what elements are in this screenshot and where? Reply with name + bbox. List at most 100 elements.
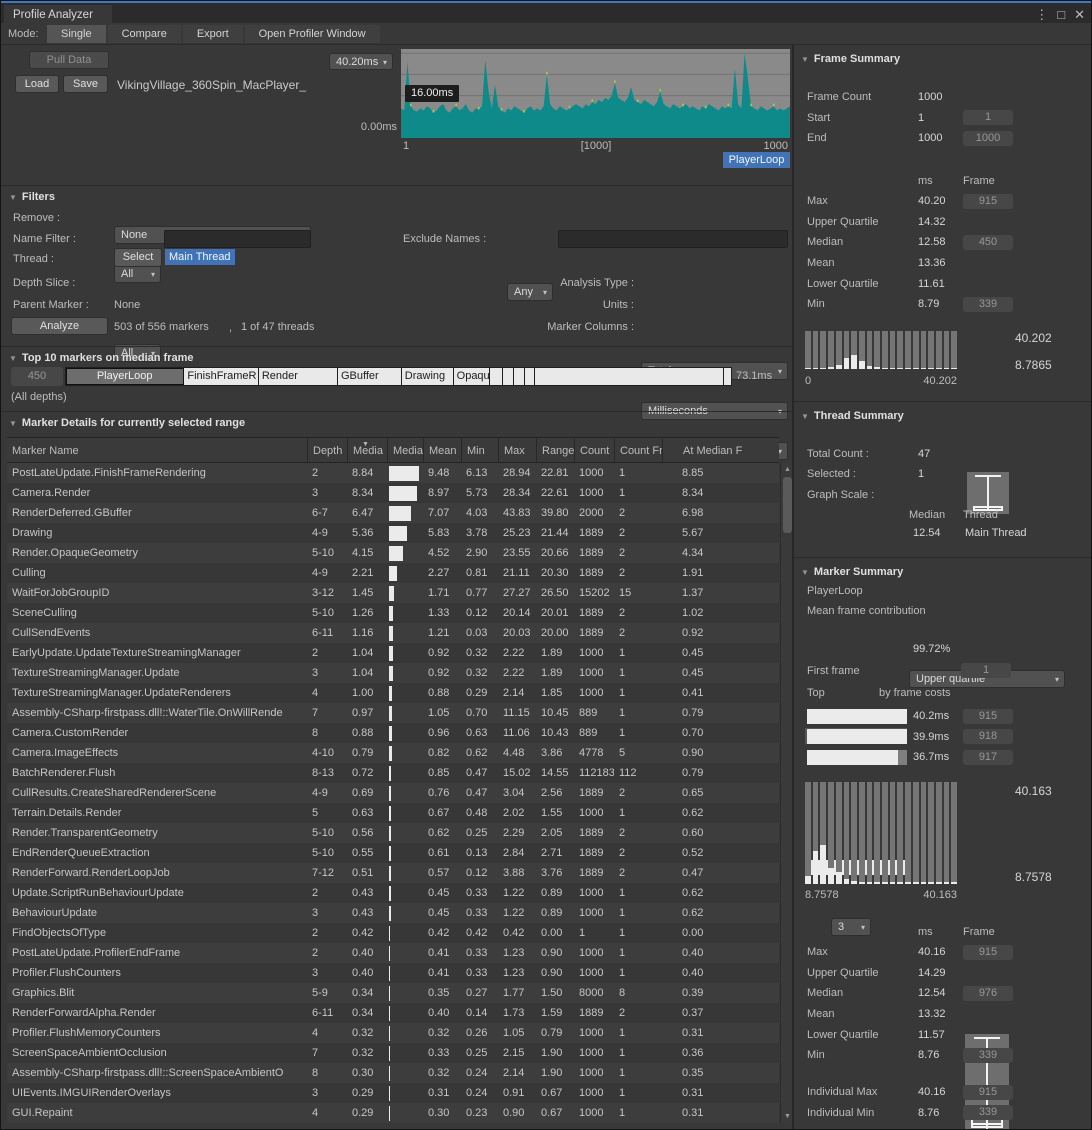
table-row[interactable]: CullResults.CreateSharedRendererScene4-9… [7,783,779,803]
table-row[interactable]: SceneCulling5-101.261.330.1220.1420.0118… [7,603,779,623]
top10-header[interactable]: ▼Top 10 markers on median frame [9,352,194,364]
table-row[interactable]: Camera.CustomRender80.880.960.6311.0610.… [7,723,779,743]
frame-time-chart[interactable]: 16.00ms [401,49,790,138]
mode-tab-single[interactable]: Single [47,25,106,43]
mode-tab-export[interactable]: Export [183,25,243,43]
filters-header[interactable]: ▼Filters [9,191,55,203]
frame-button[interactable]: 976 [963,986,1013,1001]
frame-button[interactable]: 450 [963,235,1013,250]
frame-button[interactable]: 915 [963,709,1013,724]
table-row[interactable]: Drawing4-95.365.833.7825.2321.44188925.6… [7,523,779,543]
panel-divider[interactable] [792,45,794,1130]
table-row[interactable]: Assembly-CSharp-firstpass.dll!::ScreenSp… [7,1063,779,1083]
table-row[interactable]: Camera.ImageEffects4-100.790.820.624.483… [7,743,779,763]
table-row[interactable]: Render.OpaqueGeometry5-104.154.522.9023.… [7,543,779,563]
table-row[interactable]: TextureStreamingManager.Update31.040.920… [7,663,779,683]
marker-summary-header[interactable]: ▼Marker Summary [801,566,903,578]
top10-segment[interactable] [535,368,725,385]
close-icon[interactable]: ✕ [1074,7,1085,23]
table-row[interactable]: EarlyUpdate.UpdateTextureStreamingManage… [7,643,779,663]
save-button[interactable]: Save [63,75,108,93]
frame-button[interactable]: 1000 [963,131,1013,146]
frame-button[interactable]: 339 [963,1105,1013,1120]
scrollbar-thumb[interactable] [783,477,792,533]
frame-button[interactable]: 915 [963,194,1013,209]
table-row[interactable]: Graphics.Blit5-90.340.350.271.771.508000… [7,983,779,1003]
column-header-mean[interactable]: Mean [423,438,461,462]
table-row[interactable]: RenderDeferred.GBuffer6-76.477.074.0343.… [7,503,779,523]
table-row[interactable]: GUI.Repaint40.290.300.230.900.67100010.3… [7,1103,779,1123]
top10-segment-render[interactable]: Render [259,368,338,385]
table-row[interactable]: UIEvents.IMGUIRenderOverlays30.290.310.2… [7,1083,779,1103]
table-row[interactable]: CullSendEvents6-111.161.210.0320.0320.00… [7,623,779,643]
table-row[interactable]: RenderForwardAlpha.Render6-110.340.400.1… [7,1003,779,1023]
table-row[interactable]: FindObjectsOfType20.420.420.420.420.0011… [7,923,779,943]
maximize-icon[interactable]: □ [1057,7,1065,23]
table-row[interactable]: RenderForward.RenderLoopJob7-120.510.570… [7,863,779,883]
top10-segment[interactable] [490,368,503,385]
column-header-media[interactable]: Media▼ [347,438,387,462]
column-header-count[interactable]: Count [574,438,614,462]
table-row[interactable]: Culling4-92.212.270.8121.1120.30188921.9… [7,563,779,583]
load-button[interactable]: Load [15,75,59,93]
pull-data-button[interactable]: Pull Data [29,51,109,69]
thread-select-button[interactable]: Select [114,248,162,267]
top10-segment[interactable] [503,368,514,385]
table-row[interactable]: BehaviourUpdate30.430.450.331.220.891000… [7,903,779,923]
analyze-button[interactable]: Analyze [11,317,108,335]
table-row[interactable]: Terrain.Details.Render50.630.670.482.021… [7,803,779,823]
frame-button[interactable]: 339 [963,1048,1013,1063]
exclude-names-input[interactable] [558,230,788,248]
column-header-marker-name[interactable]: Marker Name [7,438,307,462]
marker-count-text: 503 of 556 markers [114,321,209,333]
column-header-max[interactable]: Max [498,438,536,462]
name-filter-input[interactable] [164,230,311,248]
mode-tab-compare[interactable]: Compare [108,25,181,43]
table-row[interactable]: ScreenSpaceAmbientOcclusion70.320.330.25… [7,1043,779,1063]
frame-button[interactable]: 339 [963,297,1013,312]
menu-icon[interactable]: ⋮ [1035,7,1048,23]
column-header-at-median-f[interactable]: At Median F [662,438,772,462]
top10-segment-finishframer[interactable]: FinishFrameR [184,368,258,385]
mode-tab-open-profiler-window[interactable]: Open Profiler Window [245,25,380,43]
frame-button[interactable]: 915 [963,945,1013,960]
table-row[interactable]: Update.ScriptRunBehaviourUpdate20.430.45… [7,883,779,903]
table-row[interactable]: Render.TransparentGeometry5-100.560.620.… [7,823,779,843]
frame-button[interactable]: 917 [963,750,1013,765]
top10-segment-drawing[interactable]: Drawing [402,368,454,385]
frame-summary-header[interactable]: ▼Frame Summary [801,53,900,65]
tab-profile-analyzer[interactable]: Profile Analyzer [4,5,112,25]
table-row[interactable]: PostLateUpdate.ProfilerEndFrame20.400.41… [7,943,779,963]
thread-summary-header[interactable]: ▼Thread Summary [801,410,904,422]
column-header-range[interactable]: Range [536,438,574,462]
top10-segment[interactable] [514,368,525,385]
table-row[interactable]: WaitForJobGroupID3-121.451.710.7727.2726… [7,583,779,603]
top-n-dropdown[interactable]: 3▾ [831,918,871,936]
name-filter-mode-dropdown[interactable]: All▾ [114,265,161,283]
table-row[interactable]: Camera.Render38.348.975.7328.3422.611000… [7,483,779,503]
top10-segment[interactable] [525,368,535,385]
top10-segment-playerloop[interactable]: PlayerLoop [66,368,184,385]
table-header-row[interactable]: Marker NameDepthMedia▼MediaMeanMinMaxRan… [7,437,779,463]
column-header-depth[interactable]: Depth [307,438,347,462]
range-scale-dropdown[interactable]: 40.20ms ▾ [329,53,393,70]
table-row[interactable]: BatchRenderer.Flush8-130.720.850.4715.02… [7,763,779,783]
table-row[interactable]: Profiler.FlushCounters30.400.410.331.230… [7,963,779,983]
marker-details-header[interactable]: ▼Marker Details for currently selected r… [9,417,245,429]
first-frame-button[interactable]: 1 [961,663,1011,678]
column-header-count-fra[interactable]: Count Fra [614,438,662,462]
frame-button[interactable]: 1 [963,110,1013,125]
frame-button[interactable]: 918 [963,729,1013,744]
table-row[interactable]: EndRenderQueueExtraction5-100.550.610.13… [7,843,779,863]
table-row[interactable]: Profiler.FlushMemoryCounters40.320.320.2… [7,1023,779,1043]
top10-segment-opaqu[interactable]: Opaqu [454,368,491,385]
top10-segment-gbuffer[interactable]: GBuffer [338,368,402,385]
column-header-media[interactable]: Media [387,438,423,462]
median-frame-button[interactable]: 450 [11,367,63,386]
table-row[interactable]: PostLateUpdate.FinishFrameRendering28.84… [7,463,779,483]
median-bar-fill [389,666,393,681]
column-header-min[interactable]: Min [461,438,498,462]
frame-button[interactable]: 915 [963,1085,1013,1100]
table-row[interactable]: Assembly-CSharp-firstpass.dll!::WaterTil… [7,703,779,723]
table-row[interactable]: TextureStreamingManager.UpdateRenderers4… [7,683,779,703]
